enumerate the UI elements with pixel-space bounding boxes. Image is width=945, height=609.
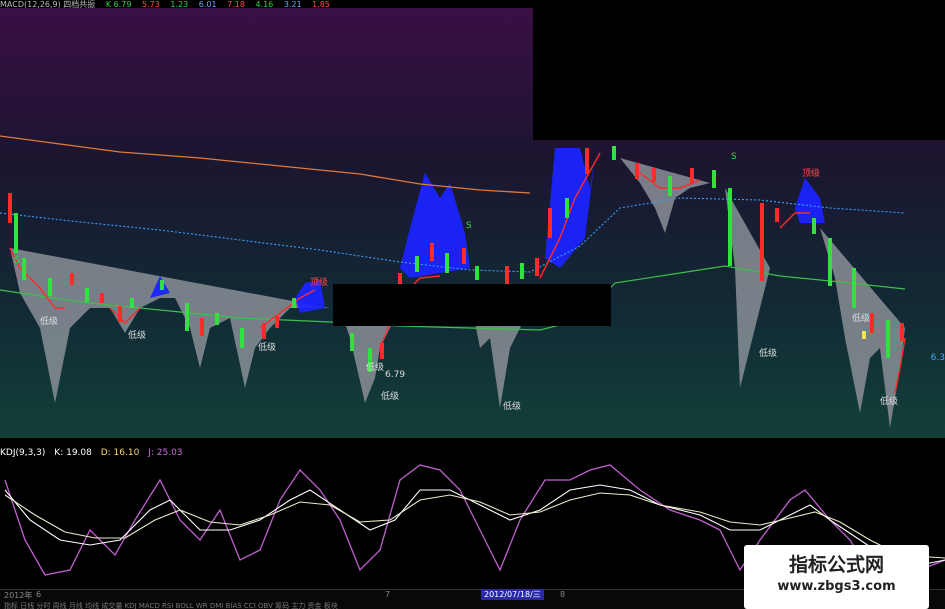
redaction-block-middle	[333, 284, 611, 326]
kdj-j-value: J: 25.03	[148, 448, 183, 458]
watermark-title: 指标公式网	[788, 554, 884, 576]
indicator-menu-strip[interactable]: 指标 日线 分时 周线 月线 均线 成交量 KDJ MACD RSI BOLL …	[4, 601, 338, 609]
kdj-d-value: D: 16.10	[100, 448, 140, 458]
signal-low-6: 低级	[503, 400, 521, 412]
redaction-block-top	[533, 0, 945, 140]
date-axis-tick-3: 8	[560, 590, 566, 599]
date-axis-tick-2: 7	[385, 590, 391, 599]
kdj-header: KDJ(9,3,3) K: 19.08 D: 16.10 J: 25.03	[0, 446, 189, 460]
signal-low-1: 低级	[40, 315, 58, 327]
signal-low-3: 低级	[258, 341, 276, 353]
date-axis-year: 2012年	[4, 591, 33, 600]
price-tag: 6.79	[385, 370, 405, 380]
sell-mark-1: S	[14, 256, 20, 266]
signal-low-5: 低级	[381, 390, 399, 402]
sell-mark-2: S	[466, 221, 472, 231]
date-axis-tick-1: 6	[36, 590, 42, 599]
kdj-indicator-name[interactable]: KDJ(9,3,3)	[0, 448, 45, 458]
signal-high-2: 顶级	[802, 167, 820, 179]
signal-low-9: 低级	[880, 395, 898, 407]
stock-chart-window: MACD(12,26,9) 四档共振 K 6.79 5.73 1.23 6.01…	[0, 0, 945, 609]
signal-low-2: 低级	[128, 329, 146, 341]
cursor-date-label: 2012/07/18/三	[481, 589, 544, 600]
watermark-logo: 指标公式网 www.zbgs3.com	[744, 545, 929, 609]
signal-low-7: 低级	[759, 347, 777, 359]
signal-high-1: 顶级	[310, 276, 328, 288]
sell-mark-3: S	[731, 152, 737, 162]
signal-low-8: 低级	[852, 312, 870, 324]
price-axis-label: 6.3	[930, 353, 945, 363]
kdj-k-value: K: 19.08	[54, 448, 92, 458]
signal-low-4: 低级	[366, 361, 384, 373]
watermark-url: www.zbgs3.com	[777, 579, 896, 594]
